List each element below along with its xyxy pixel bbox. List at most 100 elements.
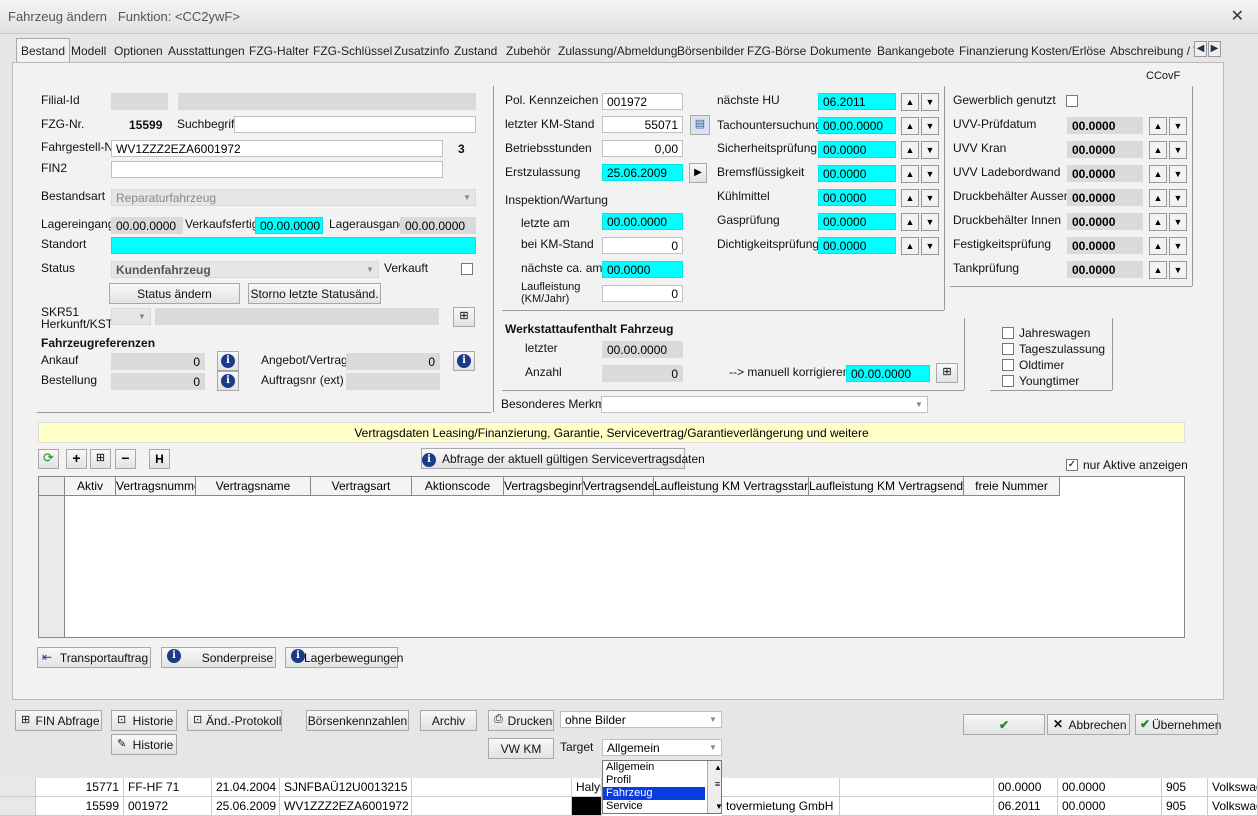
bei-km-input[interactable]: 0 — [602, 237, 683, 254]
remove-icon[interactable]: − — [115, 449, 136, 469]
scroll-down-icon[interactable]: ▼ — [711, 800, 724, 813]
column-header[interactable]: Aktionscode — [412, 477, 504, 496]
dropdown-option-selected[interactable]: Fahrzeug — [603, 787, 705, 800]
dropdown-option[interactable]: Profil — [603, 774, 721, 787]
tab-boersenbilder[interactable]: Börsenbilder — [677, 40, 744, 62]
tab-optionen[interactable]: Optionen — [114, 40, 163, 62]
tab-kosten-erloese[interactable]: Kosten/Erlöse — [1031, 40, 1106, 62]
play-icon[interactable]: ▶ — [689, 163, 707, 183]
fin-abfrage-button[interactable]: ⊞ FIN Abfrage — [15, 710, 102, 731]
hu-stepper[interactable]: ▲ ▼ — [901, 93, 939, 111]
column-header[interactable]: Vertragsbeginn — [504, 477, 583, 496]
sonderpreise-button[interactable]: i Sonderpreise — [161, 647, 276, 668]
abbrechen-button[interactable]: ✕ Abbrechen — [1047, 714, 1130, 735]
drucken-button[interactable]: ⎙ Drucken — [488, 710, 554, 731]
bestandsart-select[interactable]: Reparaturfahrzeug ▼ — [111, 189, 476, 206]
tacho-input[interactable]: 00.00.0000 — [818, 117, 896, 134]
suchbegriff-input[interactable] — [234, 116, 476, 133]
gaspruefung-stepper[interactable]: ▲ ▼ — [901, 213, 939, 231]
status-aendern-button[interactable]: Status ändern — [109, 283, 240, 304]
column-header[interactable]: freie Nummer — [964, 477, 1060, 496]
bilder-select[interactable]: ohne Bilder ▼ — [560, 711, 722, 728]
tab-zustand[interactable]: Zustand — [454, 40, 497, 62]
sicherheit-stepper[interactable]: ▲ ▼ — [901, 141, 939, 159]
hierarchy-icon[interactable]: ⊞ — [90, 449, 111, 469]
betriebsstunden-input[interactable]: 0,00 — [602, 140, 683, 157]
uvv-pruefdatum-stepper[interactable]: ▲ ▼ — [1149, 117, 1187, 135]
archiv-button[interactable]: Archiv — [420, 710, 477, 731]
fin2-input[interactable] — [111, 161, 443, 178]
kuehlmittel-input[interactable]: 00.0000 — [818, 189, 896, 206]
merkmal-select[interactable]: ▼ — [601, 396, 928, 413]
naechste-input[interactable]: 00.0000 — [602, 261, 683, 278]
tab-zusatzinfo[interactable]: Zusatzinfo — [394, 40, 449, 62]
column-header[interactable]: Aktiv — [65, 477, 116, 496]
tacho-stepper[interactable]: ▲ ▼ — [901, 117, 939, 135]
close-icon[interactable]: ✕ — [1231, 6, 1244, 26]
h-button[interactable]: H — [149, 449, 170, 469]
nur-aktive-checkbox[interactable]: ✓ — [1066, 459, 1078, 471]
tab-abschreibung[interactable]: Abschreibung / \ — [1110, 40, 1197, 62]
aend-protokoll-button[interactable]: ⊡ Änd.-Protokoll — [187, 710, 282, 731]
oldtimer-checkbox[interactable] — [1002, 359, 1014, 371]
tab-zulassung[interactable]: Zulassung/Abmeldung — [558, 40, 677, 62]
bestellung-info-icon[interactable]: i — [217, 371, 239, 391]
tab-zubehoer[interactable]: Zubehör — [506, 40, 551, 62]
row-selector[interactable] — [0, 797, 36, 816]
verkauft-checkbox[interactable] — [461, 263, 473, 275]
column-header[interactable]: Vertragsart — [311, 477, 412, 496]
verkaufsfertig-field[interactable]: 00.00.0000 — [255, 217, 323, 234]
gaspruefung-input[interactable]: 00.0000 — [818, 213, 896, 230]
column-header[interactable]: Laufleistung KM Vertragsstart — [654, 477, 809, 496]
historie-button[interactable]: ⊡ Historie — [111, 710, 177, 731]
festigkeit-stepper[interactable]: ▲ ▼ — [1149, 237, 1187, 255]
target-select[interactable]: Allgemein ▼ — [602, 739, 722, 756]
kuehlmittel-stepper[interactable]: ▲ ▼ — [901, 189, 939, 207]
jahreswagen-checkbox[interactable] — [1002, 327, 1014, 339]
hu-input[interactable]: 06.2011 — [818, 93, 896, 110]
fahrgestell-input[interactable]: WV1ZZZ2EZA6001972 — [111, 140, 443, 157]
vw-km-button[interactable]: VW KM — [488, 738, 554, 759]
add-icon[interactable]: + — [66, 449, 87, 469]
tab-bestand[interactable]: Bestand — [16, 38, 71, 63]
tab-fzg-schluessel[interactable]: FZG-Schlüssel — [313, 40, 392, 62]
storno-status-button[interactable]: Storno letzte Statusänd. — [248, 283, 381, 304]
tageszulassung-checkbox[interactable] — [1002, 343, 1014, 355]
druckbehaelter-innen-stepper[interactable]: ▲ ▼ — [1149, 213, 1187, 231]
boersenkennzahlen-button[interactable]: Börsenkennzahlen — [306, 710, 409, 731]
tab-fzg-halter[interactable]: FZG-Halter — [249, 40, 309, 62]
transportauftrag-button[interactable]: ⇤ Transportauftrag — [37, 647, 151, 668]
hierarchy-icon[interactable]: ⊞ — [453, 307, 475, 327]
ok-button[interactable]: ✔ — [963, 714, 1045, 735]
kennzeichen-input[interactable]: 001972 — [602, 93, 683, 110]
manuell-input[interactable]: 00.00.0000 — [846, 365, 930, 382]
column-header[interactable]: Vertragsnummer — [116, 477, 196, 496]
standort-input[interactable] — [111, 237, 476, 254]
lagerbewegungen-button[interactable]: i Lagerbewegungen — [285, 647, 403, 668]
sicherheit-input[interactable]: 00.0000 — [818, 141, 896, 158]
uvv-kran-stepper[interactable]: ▲ ▼ — [1149, 141, 1187, 159]
uebernehmen-button[interactable]: ✔ Übernehmen — [1135, 714, 1221, 735]
dichtigkeit-stepper[interactable]: ▲ ▼ — [901, 237, 939, 255]
km-input[interactable]: 55071 — [602, 116, 683, 133]
column-header[interactable]: Vertragsende — [583, 477, 654, 496]
scroll-up-icon[interactable]: ▲ — [711, 761, 722, 774]
dichtigkeit-input[interactable]: 00.0000 — [818, 237, 896, 254]
youngtimer-checkbox[interactable] — [1002, 375, 1014, 387]
tab-scroll-left-icon[interactable]: ◀ — [1194, 41, 1207, 57]
druckbehaelter-aussen-stepper[interactable]: ▲ ▼ — [1149, 189, 1187, 207]
tab-modell[interactable]: Modell — [71, 40, 106, 62]
row-selector[interactable] — [0, 778, 36, 797]
dropdown-option[interactable]: Service — [603, 800, 721, 813]
tab-finanzierung[interactable]: Finanzierung — [959, 40, 1028, 62]
hierarchy-icon[interactable]: ⊞ — [936, 363, 958, 383]
scrollbar[interactable]: ▲ ≡ ▼ — [707, 761, 724, 813]
ankauf-info-icon[interactable]: i — [217, 351, 239, 371]
historie-2-button[interactable]: ✎ Historie — [111, 734, 177, 755]
column-header[interactable]: Vertragsname — [196, 477, 311, 496]
tab-fzg-boerse[interactable]: FZG-Börse — [747, 40, 806, 62]
status-select[interactable]: Kundenfahrzeug ▼ — [111, 261, 379, 278]
uvv-ladebordwand-stepper[interactable]: ▲ ▼ — [1149, 165, 1187, 183]
letzte-am-input[interactable]: 00.00.0000 — [602, 213, 683, 230]
tankpruefung-stepper[interactable]: ▲ ▼ — [1149, 261, 1187, 279]
